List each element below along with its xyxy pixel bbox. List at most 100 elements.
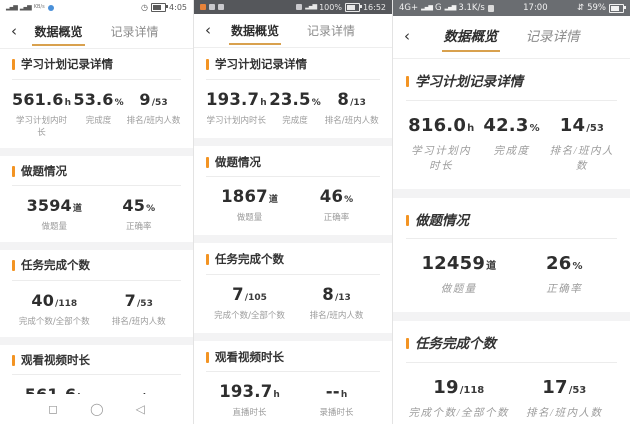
page-header: ‹ 数据概览 记录详情 [194,14,392,48]
status-bar: ▂▄▆ 100% 16:52 [194,0,392,14]
stat-sections: 学习计划记录详情 193.7h 学习计划内时长 23.5% 完成度 8/13 排… [194,48,392,424]
stat-value: 12459道 [406,253,512,274]
stat-row: 193.7h 学习计划内时长 23.5% 完成度 8/13 排名/班内人数 [206,90,380,126]
back-button[interactable]: ‹ [205,22,211,37]
network-speed-indicator: KB/s [34,5,45,10]
stat-item: 23.5% 完成度 [267,90,324,126]
stat-section: 任务完成个数 40/118 完成个数/全部个数 7/53 排名/班内人数 [0,250,193,337]
stat-value: 46% [293,187,380,206]
tab-bar: 数据概览 记录详情 [194,17,392,45]
stat-unit: /13 [335,293,351,303]
section-accent-bar [206,254,209,265]
stat-number: 19 [433,377,458,398]
stat-number: 14 [560,115,585,136]
section-accent-bar [12,59,15,70]
section-title: 任务完成个数 [215,254,284,266]
battery-percent: 59% [587,3,606,13]
stat-label: 排名/班内人数 [547,143,617,173]
section-header: 做题情况 [12,160,181,184]
stat-label: 排名/班内人数 [97,315,182,327]
stat-value: 561.6h [12,385,97,394]
stat-value: 26% [512,253,618,274]
stat-label: 直播时长 [206,406,293,418]
stat-item: 8/13 排名/班内人数 [293,285,380,321]
stat-unit: h [467,123,474,134]
nfc-icon [296,4,302,10]
stat-item: 14/53 排名/班内人数 [547,115,617,173]
stat-number: 7 [232,285,244,304]
home-button[interactable]: ◯ [90,403,103,415]
section-header: 做题情况 [206,151,380,175]
stat-number: 40 [31,291,54,310]
stat-item: 3594道 做题量 [12,196,97,232]
stat-item: 26% 正确率 [512,253,618,296]
nav-back-button[interactable]: ◁ [136,403,145,415]
stat-number: 23.5 [269,90,311,109]
tab-data-overview[interactable]: 数据概览 [442,22,500,52]
stat-number: -- [326,382,340,401]
stat-label: 做题量 [406,281,512,296]
divider [206,79,380,80]
stat-unit: /118 [55,299,77,309]
battery-icon [151,3,166,12]
tab-record-details[interactable]: 记录详情 [305,17,357,45]
divider [206,176,380,177]
back-button[interactable]: ‹ [404,29,410,44]
status-bar: ▂▄▆ ▂▄▆ KB/s ◷ 4:05 [0,0,193,15]
stat-section: 观看视频时长 561.6h 直播时长 --h 录播时长 [0,345,193,395]
stat-number: 26 [546,253,571,274]
stat-section: 学习计划记录详情 561.6h 学习计划内时长 53.6% 完成度 9/53 排… [0,49,193,148]
stat-sections: 学习计划记录详情 561.6h 学习计划内时长 53.6% 完成度 9/53 排… [0,49,193,394]
stat-row: 7/105 完成个数/全部个数 8/13 排名/班内人数 [206,285,380,321]
stat-row: 816.0h 学习计划内时长 42.3% 完成度 14/53 排名/班内人数 [406,115,617,173]
divider [206,371,380,372]
stat-item: 7/53 排名/班内人数 [97,291,182,327]
stat-label: 正确率 [293,211,380,223]
stat-number: 193.7 [219,382,272,401]
network-speed-indicator: 3.1K/s [458,3,484,13]
stat-label: 正确率 [512,281,618,296]
stat-section: 任务完成个数 7/105 完成个数/全部个数 8/13 排名/班内人数 [194,243,392,333]
stat-unit: /105 [245,293,267,303]
stat-label: 学习计划内时长 [12,114,71,138]
phone-screenshot-right: 4G+ ▂▄▆ G ▂▄▆ 3.1K/s 17:00 ⇵ 59% ‹ 数据概览 … [393,0,630,424]
stat-value: 193.7h [206,382,293,401]
stat-section: 做题情况 12459道 做题量 26% 正确率 [393,198,630,313]
data-arrows-icon: ⇵ [577,3,584,13]
divider [406,100,617,101]
divider [206,274,380,275]
stat-value: 193.7h [206,90,267,109]
recents-button[interactable]: ◻ [48,403,58,415]
tab-data-overview[interactable]: 数据概览 [229,17,281,45]
stat-value: 42.3% [476,115,546,136]
stat-number: 3594 [27,196,72,215]
stat-value: 561.6h [12,90,71,109]
back-button[interactable]: ‹ [11,23,17,38]
stat-number: -- [128,385,142,394]
stat-value: 816.0h [406,115,476,136]
stat-item: --h 录播时长 [293,382,380,418]
tab-data-overview[interactable]: 数据概览 [32,18,84,46]
tab-record-details[interactable]: 记录详情 [109,18,161,46]
stat-label: 录播时长 [293,406,380,418]
stat-item: --h 录播时长 [97,385,182,394]
stat-value: 23.5% [267,90,324,109]
tab-record-details[interactable]: 记录详情 [524,22,582,52]
stat-label: 排名/班内人数 [512,405,618,420]
browser-icon [48,5,54,11]
stat-section: 任务完成个数 19/118 完成个数/全部个数 17/53 排名/班内人数 [393,321,630,424]
section-title: 学习计划记录详情 [21,59,113,71]
stat-label: 学习计划内时长 [406,143,476,173]
stat-item: 193.7h 直播时长 [206,382,293,418]
section-accent-bar [406,76,409,87]
status-time: 17:00 [497,3,574,13]
section-accent-bar [206,157,209,168]
stat-value: 40/118 [12,291,97,310]
stat-section: 做题情况 1867道 做题量 46% 正确率 [194,146,392,236]
stat-value: 8/13 [293,285,380,304]
stat-unit: /53 [586,123,604,134]
stat-number: 9 [139,90,150,109]
stat-number: 7 [125,291,136,310]
status-bar: 4G+ ▂▄▆ G ▂▄▆ 3.1K/s 17:00 ⇵ 59% [393,0,630,16]
stat-value: 17/53 [512,377,618,398]
